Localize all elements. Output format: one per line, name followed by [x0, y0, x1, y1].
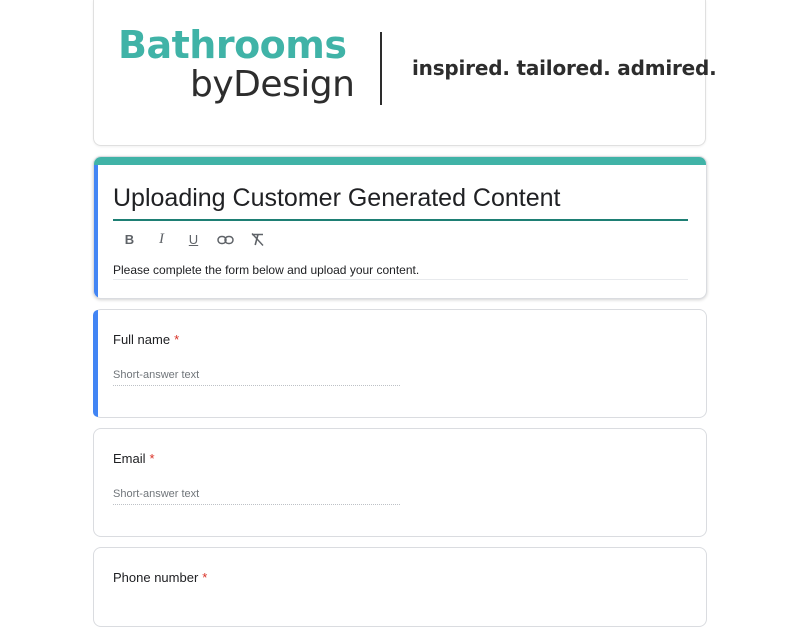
- bold-button[interactable]: B: [120, 230, 139, 249]
- clear-formatting-button[interactable]: [248, 230, 267, 249]
- logo-divider: [380, 32, 382, 105]
- question-label: Full name *: [113, 332, 179, 347]
- brand-tagline: inspired. tailored. admired.: [412, 56, 717, 80]
- title-focus-underline: [113, 219, 688, 221]
- question-title: Email: [113, 451, 146, 466]
- brand-logo-line1: Bathrooms: [118, 23, 347, 67]
- insert-link-button[interactable]: [216, 230, 235, 249]
- form-title-card[interactable]: Uploading Customer Generated Content B I…: [93, 156, 707, 299]
- required-asterisk: *: [202, 570, 208, 585]
- description-underline: [113, 279, 688, 280]
- bold-icon: B: [124, 232, 135, 247]
- question-card-phone[interactable]: Phone number *: [93, 547, 707, 627]
- question-card-full-name[interactable]: Full name * Short-answer text: [93, 309, 707, 418]
- underline-button[interactable]: U: [184, 230, 203, 249]
- form-description[interactable]: Please complete the form below and uploa…: [113, 263, 419, 277]
- required-asterisk: *: [149, 451, 155, 466]
- short-answer-underline: [113, 385, 400, 386]
- brand-logo-line2: byDesign: [190, 64, 355, 105]
- question-title: Full name: [113, 332, 171, 347]
- italic-icon: I: [159, 231, 164, 247]
- underline-icon: U: [188, 232, 199, 247]
- active-card-indicator: [94, 165, 98, 298]
- short-answer-underline: [113, 504, 400, 505]
- short-answer-field[interactable]: Short-answer text: [113, 488, 400, 500]
- required-asterisk: *: [174, 332, 180, 347]
- short-answer-field[interactable]: Short-answer text: [113, 369, 400, 381]
- italic-button[interactable]: I: [152, 230, 171, 249]
- question-title: Phone number: [113, 570, 199, 585]
- theme-color-bar: [94, 157, 706, 165]
- text-format-toolbar: B I U: [120, 230, 267, 249]
- clear-formatting-icon: [251, 233, 264, 246]
- question-label: Email *: [113, 451, 155, 466]
- active-card-indicator: [93, 310, 98, 417]
- link-icon: [217, 235, 234, 244]
- form-title[interactable]: Uploading Customer Generated Content: [113, 184, 561, 213]
- question-card-email[interactable]: Email * Short-answer text: [93, 428, 707, 537]
- question-label: Phone number *: [113, 570, 207, 585]
- header-banner: Bathrooms byDesign inspired. tailored. a…: [93, 0, 717, 146]
